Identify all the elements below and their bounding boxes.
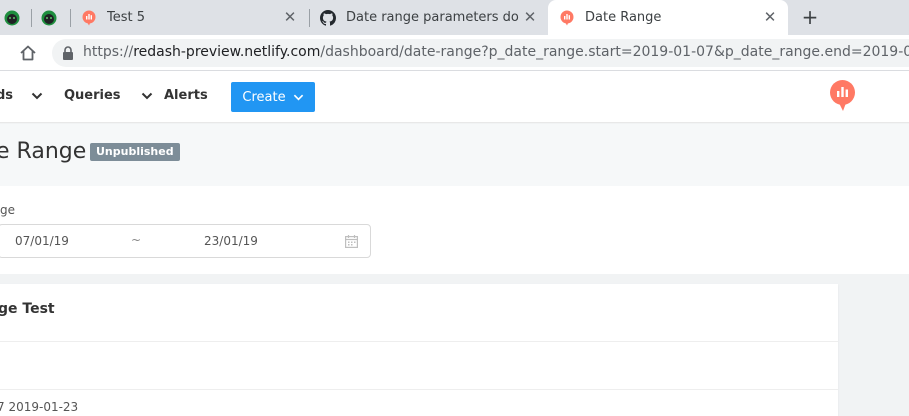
widget-divider (0, 341, 838, 342)
close-tab-icon[interactable]: ✕ (522, 9, 538, 25)
dashboard-header: e Range Unpublished (0, 124, 909, 186)
create-button-label: Create (242, 89, 286, 105)
status-badge: Unpublished (90, 143, 180, 161)
dashboard-parameters: ge 07/01/19 ~ 23/01/19 (0, 186, 909, 274)
nav-alerts-label: Alerts (164, 88, 208, 103)
create-button[interactable]: Create (231, 82, 315, 112)
tab-title: Test 5 (107, 10, 146, 25)
tab-separator (31, 9, 32, 27)
chevron-down-icon (141, 92, 152, 99)
green-face-icon (41, 10, 57, 25)
calendar-icon[interactable] (345, 235, 358, 248)
date-range-end-input[interactable]: 23/01/19 (204, 234, 258, 248)
tab-separator (70, 9, 71, 27)
chevron-down-icon (31, 92, 43, 99)
url-host: redash-preview.netlify.com (133, 44, 321, 60)
chevron-down-icon (293, 94, 303, 101)
parameter-label: ge (0, 203, 15, 217)
browser-tab-strip: Test 5 ✕ Date range parameters don't ✕ D… (0, 0, 909, 35)
date-range-picker[interactable]: 07/01/19 ~ 23/01/19 (0, 224, 371, 258)
close-tab-icon[interactable]: ✕ (282, 9, 298, 25)
widget-title: ge Test (0, 301, 55, 317)
dashboard-widget: ge Test 7 2019-01-23 (0, 284, 838, 416)
redash-logo[interactable] (829, 80, 856, 112)
redash-icon (560, 10, 574, 25)
tab-separator (309, 9, 310, 27)
close-tab-icon[interactable]: ✕ (762, 9, 778, 25)
url-scheme: https:// (83, 44, 134, 60)
tab-title: Date range parameters don't (346, 10, 520, 25)
page-title: e Range (0, 139, 87, 164)
github-icon (320, 9, 336, 26)
browser-tab-pinned-2[interactable] (33, 0, 67, 35)
lock-icon[interactable] (62, 46, 74, 60)
widget-divider (0, 389, 838, 390)
address-bar[interactable]: https://redash-preview.netlify.com/dashb… (52, 39, 909, 67)
tab-title: Date Range (585, 10, 662, 25)
new-tab-icon[interactable]: + (799, 7, 821, 29)
browser-tab-test-5[interactable]: Test 5 ✕ (72, 0, 308, 35)
nav-dashboards-dropdown[interactable]: ds (0, 88, 43, 103)
nav-queries-label: Queries (64, 88, 121, 103)
nav-dashboards-label: ds (0, 88, 14, 103)
date-range-separator: ~ (131, 233, 142, 247)
url-text: https://redash-preview.netlify.com/dashb… (83, 44, 909, 60)
nav-alerts-link[interactable]: Alerts (164, 88, 208, 103)
widget-content-text: 7 2019-01-23 (0, 400, 79, 414)
home-icon[interactable] (18, 43, 38, 63)
date-range-start-input[interactable]: 07/01/19 (15, 234, 69, 248)
nav-queries-dropdown[interactable]: Queries (64, 88, 153, 103)
browser-toolbar: https://redash-preview.netlify.com/dashb… (0, 35, 909, 71)
browser-tab-github-issue[interactable]: Date range parameters don't ✕ (311, 0, 548, 35)
url-path: /dashboard/date-range?p_date_range.start… (320, 44, 909, 60)
app-navbar: ds Queries Alerts Create (0, 71, 909, 123)
green-face-icon (4, 10, 20, 25)
browser-tab-pinned-1[interactable] (0, 0, 34, 35)
browser-tab-date-range[interactable]: Date Range ✕ (548, 0, 788, 35)
redash-icon (82, 10, 96, 25)
